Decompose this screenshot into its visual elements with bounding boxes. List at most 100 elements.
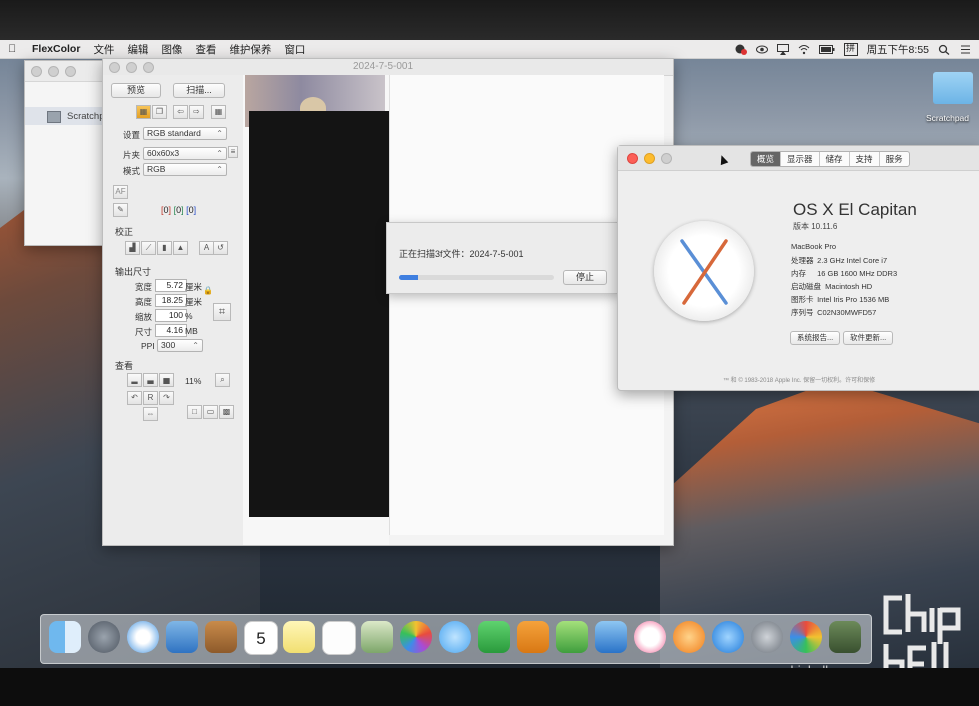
flexcolor-close-button[interactable] xyxy=(109,62,120,73)
calendar-icon[interactable]: 5 xyxy=(244,621,278,655)
holder-options-icon[interactable]: ≡ xyxy=(228,146,238,158)
settings-select[interactable]: RGB standard xyxy=(143,127,227,140)
grid-icon[interactable]: ▦ xyxy=(211,105,226,119)
scratchpad-zoom-button[interactable] xyxy=(65,66,76,77)
scratchpad-close-button[interactable] xyxy=(31,66,42,77)
notification-center-icon[interactable] xyxy=(959,44,971,55)
menu-edit[interactable]: 编辑 xyxy=(127,42,148,57)
histogram-icon[interactable]: ▟ xyxy=(125,241,140,255)
flip-icon[interactable]: ⇔ xyxy=(143,407,158,421)
view-histogram-2-icon[interactable]: ▃ xyxy=(143,373,158,387)
contacts-icon[interactable] xyxy=(205,621,237,653)
browser-icon[interactable] xyxy=(790,621,822,653)
scale-field[interactable]: 100 xyxy=(155,309,187,322)
notes-icon[interactable] xyxy=(283,621,315,653)
strip-view-icon[interactable]: ▭ xyxy=(203,405,218,419)
desktop-folder-icon[interactable] xyxy=(933,72,973,104)
arrow-right-icon[interactable]: ⇨ xyxy=(189,105,204,119)
mode-select[interactable]: RGB xyxy=(143,163,227,176)
numbers-icon[interactable] xyxy=(556,621,588,653)
desktop-folder-label[interactable]: Scratchpad xyxy=(926,113,969,123)
rotate-right-icon[interactable]: ↷ xyxy=(159,391,174,405)
appstore-icon[interactable] xyxy=(712,621,744,653)
scratchpad-list-item[interactable]: Scratchpad xyxy=(25,107,107,125)
scratchpad-minimize-button[interactable] xyxy=(48,66,59,77)
ppi-select[interactable]: 300 xyxy=(157,339,203,352)
spec-row: 启动磁盘 Macintosh HD xyxy=(791,281,872,292)
frame-icon[interactable]: ❐ xyxy=(152,105,167,119)
keynote-icon[interactable] xyxy=(595,621,627,653)
preview-area[interactable] xyxy=(249,111,391,517)
tab-support[interactable]: 支持 xyxy=(850,152,880,166)
clock[interactable]: 周五下午8:55 xyxy=(867,42,929,57)
film-strip-icon[interactable]: ▦ xyxy=(136,105,151,119)
height-field[interactable]: 18.25 xyxy=(155,294,187,307)
view-histogram-3-icon[interactable]: ▅ xyxy=(159,373,174,387)
tab-storage[interactable]: 储存 xyxy=(820,152,850,166)
curves-icon[interactable]: ⟋ xyxy=(141,241,156,255)
text-adjust-icon[interactable]: A xyxy=(199,241,214,255)
menu-maintenance[interactable]: 维护保养 xyxy=(229,42,271,57)
spotlight-search-icon[interactable] xyxy=(938,44,950,55)
rotate-left-icon[interactable]: ↶ xyxy=(127,391,142,405)
about-minimize-button[interactable] xyxy=(644,153,655,164)
mail-icon[interactable] xyxy=(166,621,198,653)
menu-view[interactable]: 查看 xyxy=(195,42,216,57)
view-histogram-1-icon[interactable]: ▂ xyxy=(127,373,142,387)
aspect-lock-icon[interactable]: 🔒 xyxy=(203,287,213,295)
system-preferences-icon[interactable] xyxy=(751,621,783,653)
tab-service[interactable]: 服务 xyxy=(880,152,909,166)
finder-icon[interactable] xyxy=(49,621,81,653)
photos-icon[interactable] xyxy=(400,621,432,653)
holder-select[interactable]: 60x60x3 xyxy=(143,147,227,160)
airplay-icon[interactable] xyxy=(776,43,789,55)
tab-displays[interactable]: 显示器 xyxy=(781,152,820,166)
messages-icon[interactable] xyxy=(439,621,471,653)
width-field[interactable]: 5.72 xyxy=(155,279,187,292)
battery-icon[interactable] xyxy=(818,44,835,55)
facetime-icon[interactable] xyxy=(478,621,510,653)
reminders-icon[interactable] xyxy=(322,621,356,655)
flexcolor-zoom-button[interactable] xyxy=(143,62,154,73)
color-view-icon[interactable]: ▩ xyxy=(219,405,234,419)
tab-overview[interactable]: 概览 xyxy=(751,152,782,166)
about-close-button[interactable] xyxy=(627,153,638,164)
frame-view-icon[interactable]: □ xyxy=(187,405,202,419)
launchpad-icon[interactable] xyxy=(88,621,120,653)
other-app-icon[interactable] xyxy=(829,621,861,653)
autofocus-button[interactable]: AF xyxy=(113,185,128,199)
rotate-reset-button[interactable]: R xyxy=(143,391,158,405)
preview-button[interactable]: 预览 xyxy=(111,83,161,98)
ibooks-icon[interactable] xyxy=(673,621,705,653)
user-status-icon[interactable] xyxy=(735,44,747,55)
menu-file[interactable]: 文件 xyxy=(93,42,114,57)
input-method-icon[interactable]: 拼 xyxy=(843,42,858,56)
menu-image[interactable]: 图像 xyxy=(161,42,182,57)
arrow-left-icon[interactable]: ⇦ xyxy=(173,105,188,119)
eyedropper-icon[interactable]: ✎ xyxy=(113,203,128,217)
crop-icon[interactable]: ⌗ xyxy=(213,303,231,321)
refresh-icon[interactable]: ↺ xyxy=(213,241,228,255)
preview-icon[interactable] xyxy=(361,621,393,653)
eye-icon[interactable] xyxy=(755,44,768,55)
about-zoom-button[interactable] xyxy=(661,153,672,164)
flexcolor-minimize-button[interactable] xyxy=(126,62,137,73)
apple-menu-icon[interactable]:  xyxy=(6,43,18,55)
about-this-mac-window: 概览 显示器 储存 支持 服务 OS X El Capitan 版本 10.11… xyxy=(617,145,979,391)
magnifier-icon[interactable]: ⌕ xyxy=(215,373,230,387)
scratchpad-titlebar[interactable] xyxy=(25,61,107,82)
pages-icon[interactable] xyxy=(517,621,549,653)
scan-button[interactable]: 扫描... xyxy=(173,83,225,98)
sharpen-icon[interactable]: ▲ xyxy=(173,241,188,255)
stop-button[interactable]: 停止 xyxy=(563,270,607,285)
system-report-button[interactable]: 系统报告... xyxy=(790,331,841,345)
about-titlebar[interactable]: 概览 显示器 储存 支持 服务 xyxy=(618,146,979,171)
menu-window[interactable]: 窗口 xyxy=(284,42,305,57)
wifi-icon[interactable] xyxy=(798,44,810,55)
menu-app-name[interactable]: FlexColor xyxy=(32,43,80,55)
color-balance-icon[interactable]: ▮ xyxy=(157,241,172,255)
itunes-icon[interactable] xyxy=(634,621,666,653)
safari-icon[interactable] xyxy=(127,621,159,653)
software-update-button[interactable]: 软件更新... xyxy=(843,331,894,345)
flexcolor-titlebar[interactable]: 2024-7-5-001 xyxy=(103,59,673,76)
